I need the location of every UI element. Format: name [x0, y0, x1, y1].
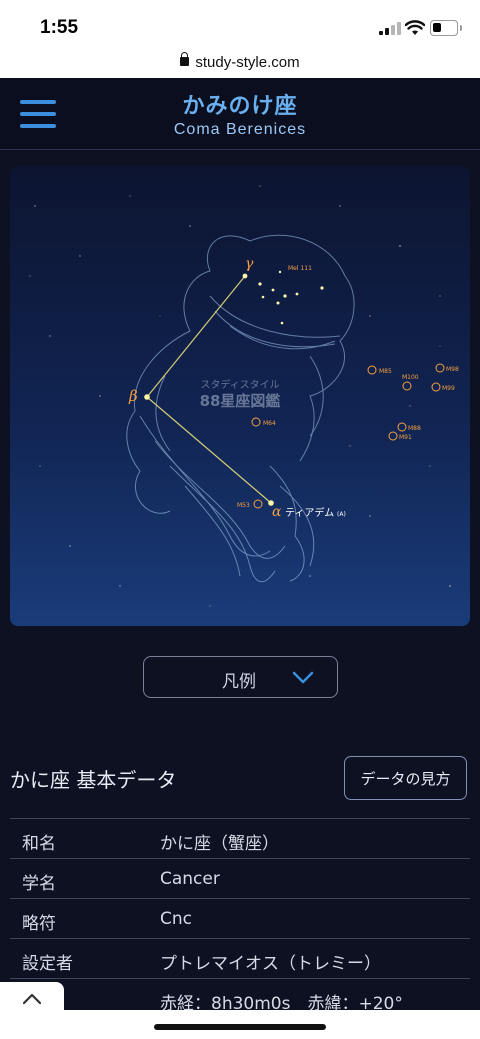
- chevron-up-icon: [22, 993, 42, 1005]
- label-m91: M91: [399, 434, 412, 441]
- home-indicator[interactable]: [154, 1024, 326, 1030]
- basic-data-title: かに座 基本データ: [10, 768, 177, 792]
- label-mel111: Mel 111: [288, 265, 312, 272]
- url-bar[interactable]: study-style.com: [0, 50, 480, 78]
- status-time: 1:55: [40, 17, 79, 38]
- label-m100: M100: [402, 374, 419, 381]
- mel111-cluster-stars: [258, 270, 324, 325]
- row-key: 設定者: [22, 954, 73, 974]
- star-beta: [144, 394, 150, 400]
- star-label-alpha: α: [272, 504, 282, 520]
- constellation-chart: スタディスタイル 88星座図鑑 γ β α ティアデム (A) Mel 111 …: [10, 166, 470, 626]
- row-value: Cancer: [160, 869, 220, 889]
- page-title: かみのけ座: [182, 94, 298, 119]
- row-value: かに座（蟹座）: [160, 834, 279, 854]
- page-subtitle: Coma Berenices: [173, 121, 307, 138]
- data-guide-button[interactable]: データの見方: [344, 756, 467, 800]
- star-name-alpha-suffix: (A): [337, 511, 346, 518]
- row-value: プトレマイオス（トレミー）: [160, 954, 381, 974]
- table-row: 略符 Cnc: [10, 898, 470, 938]
- watermark-line2: 88星座図鑑: [200, 392, 281, 410]
- battery-cap: [460, 25, 462, 31]
- signal-icon: [379, 22, 401, 35]
- legend-toggle-button[interactable]: 凡例: [143, 656, 338, 698]
- constellation-svg: スタディスタイル 88星座図鑑 γ β α ティアデム (A) Mel 111 …: [29, 185, 459, 607]
- row-key: 和名: [22, 834, 56, 854]
- label-m88: M88: [408, 425, 421, 432]
- label-m53: M53: [237, 502, 250, 509]
- url-text: study-style.com: [195, 54, 300, 71]
- basic-data-table: 和名 かに座（蟹座） 学名 Cancer 略符 Cnc 設定者 プトレマイオス（…: [10, 818, 470, 1018]
- label-m64: M64: [263, 420, 276, 427]
- battery-icon: [430, 20, 458, 36]
- status-bar: 1:55: [0, 0, 480, 50]
- label-m99: M99: [442, 385, 455, 392]
- site-header: かみのけ座 Coma Berenices: [0, 78, 480, 150]
- label-m98: M98: [446, 366, 459, 373]
- table-row: 和名 かに座（蟹座）: [10, 818, 470, 858]
- table-row: 学名 Cancer: [10, 858, 470, 898]
- data-guide-label: データの見方: [360, 770, 451, 788]
- row-key: 学名: [22, 874, 56, 894]
- row-key: 略符: [22, 914, 56, 934]
- table-row: 設定者 プトレマイオス（トレミー）: [10, 938, 470, 978]
- browser-bottom-bar: [0, 1010, 480, 1039]
- lock-icon: [180, 52, 190, 66]
- watermark-line1: スタディスタイル: [200, 378, 279, 391]
- legend-label: 凡例: [222, 672, 256, 692]
- star-label-gamma: γ: [245, 256, 254, 272]
- star-gamma: [242, 273, 248, 279]
- wifi-icon: [405, 20, 425, 35]
- row-value: Cnc: [160, 909, 192, 929]
- chevron-down-icon: [292, 671, 314, 684]
- star-label-beta: β: [128, 387, 138, 405]
- label-m85: M85: [379, 368, 392, 375]
- star-name-alpha: ティアデム: [285, 506, 334, 519]
